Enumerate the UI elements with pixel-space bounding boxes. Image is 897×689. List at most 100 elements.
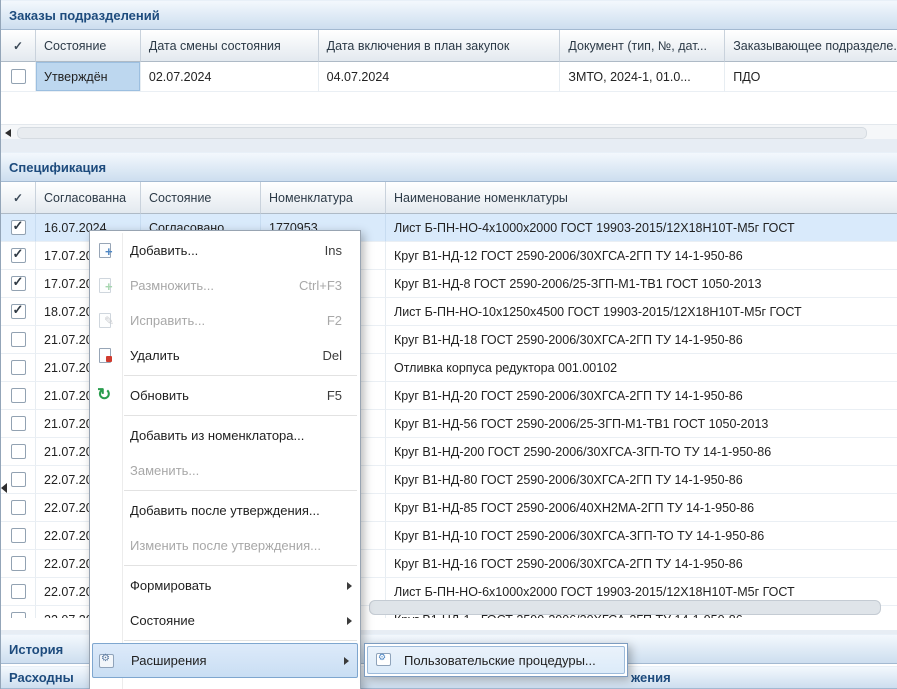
row-checkbox[interactable] <box>11 444 26 459</box>
orders-row-state-change-date-cell[interactable]: 02.07.2024 <box>141 62 319 92</box>
app-window: Заказы подразделений ✓ Состояние Дата см… <box>0 0 897 689</box>
row-checkbox[interactable] <box>11 612 26 618</box>
orders-row-state-cell[interactable]: Утверждён <box>36 62 141 92</box>
row-checkbox[interactable] <box>11 472 26 487</box>
user-procedures-icon <box>374 651 394 669</box>
row-checkbox[interactable] <box>11 332 26 347</box>
copy-page-icon <box>96 277 116 295</box>
plugin-icon <box>97 652 117 670</box>
context-menu-item-2[interactable]: Размножить... Ctrl+F3 <box>90 268 360 303</box>
row-name-cell: Круг В1-НД-8 ГОСТ 2590-2006/25-ЗГП-М1-ТВ… <box>386 270 897 298</box>
row-check-cell <box>1 354 36 382</box>
scroll-left-arrow-icon[interactable] <box>5 129 11 137</box>
splitter-collapse-arrow[interactable] <box>1 483 7 493</box>
menu-item-icon <box>96 462 116 480</box>
row-check-cell <box>1 438 36 466</box>
row-check-cell <box>1 298 36 326</box>
orders-panel-header[interactable]: Заказы подразделений <box>1 0 897 30</box>
spec-select-all-header[interactable]: ✓ <box>1 182 36 214</box>
row-name-cell: Круг В1-НД-12 ГОСТ 2590-2006/30ХГСА-2ГП … <box>386 242 897 270</box>
context-menu-item-3[interactable]: Исправить... F2 <box>90 303 360 338</box>
spec-hscrollbar-thumb[interactable] <box>369 600 881 615</box>
orders-row-checkbox[interactable] <box>11 69 26 84</box>
menu-item-icon <box>96 537 116 555</box>
spec-panel-header[interactable]: Спецификация <box>1 152 897 182</box>
orders-row-department-cell[interactable]: ПДО <box>725 62 897 92</box>
check-glyph: ✓ <box>13 191 23 205</box>
orders-col-state[interactable]: Состояние <box>36 30 141 62</box>
row-checkbox[interactable] <box>11 248 26 263</box>
menu-item-label: Размножить... <box>130 278 214 293</box>
context-menu-item-17[interactable]: Расширения <box>92 643 358 678</box>
row-name-cell: Круг В1-НД-80 ГОСТ 2590-2006/30ХГСА-2ГП … <box>386 466 897 494</box>
context-menu-item-6[interactable]: Обновить F5 <box>90 378 360 413</box>
row-checkbox[interactable] <box>11 276 26 291</box>
submenu-item-label: Пользовательские процедуры... <box>404 653 596 668</box>
menu-item-label: Удалить <box>130 348 180 363</box>
orders-col-department[interactable]: Заказывающее подразделе... <box>725 30 897 62</box>
menu-separator <box>124 490 357 491</box>
row-checkbox[interactable] <box>11 584 26 599</box>
menu-separator <box>124 375 357 376</box>
orders-row-document-cell[interactable]: ЗМТО, 2024-1, 01.0... <box>560 62 725 92</box>
extensions-submenu: Пользовательские процедуры... <box>364 643 628 677</box>
row-check-cell <box>1 382 36 410</box>
menu-item-shortcut: F5 <box>327 388 350 403</box>
row-check-cell <box>1 242 36 270</box>
row-checkbox[interactable] <box>11 500 26 515</box>
orders-hscrollbar-thumb[interactable] <box>17 127 867 139</box>
row-checkbox[interactable] <box>11 528 26 543</box>
menu-item-label: Добавить... <box>130 243 198 258</box>
spec-col-agreed-date[interactable]: Согласованна <box>36 182 141 214</box>
context-menu-item-4[interactable]: Удалить Del <box>90 338 360 373</box>
row-checkbox[interactable] <box>11 360 26 375</box>
row-checkbox[interactable] <box>11 388 26 403</box>
context-menu-item-11[interactable]: Добавить после утверждения... <box>90 493 360 528</box>
submenu-arrow-icon <box>347 617 352 625</box>
context-menu-item-15[interactable]: Состояние <box>90 603 360 638</box>
context-menu-list: Добавить... Ins Размножить... Ctrl+F3 Ис… <box>90 233 360 689</box>
orders-col-state-change-date[interactable]: Дата смены состояния <box>141 30 319 62</box>
row-check-cell <box>1 578 36 606</box>
row-name-cell: Круг В1-НД-56 ГОСТ 2590-2006/25-ЗГП-М1-Т… <box>386 410 897 438</box>
context-menu-item-8[interactable]: Добавить из номенклатора... <box>90 418 360 453</box>
menu-item-shortcut: Del <box>322 348 350 363</box>
orders-select-all-header[interactable]: ✓ <box>1 30 36 62</box>
context-menu-item-18[interactable]: Обмен <box>90 678 360 689</box>
menu-item-icon <box>96 612 116 630</box>
row-check-cell <box>1 214 36 242</box>
row-check-cell <box>1 494 36 522</box>
spec-panel-title: Спецификация <box>9 160 106 175</box>
menu-item-label: Добавить из номенклатора... <box>130 428 304 443</box>
orders-table-row[interactable]: Утверждён 02.07.2024 04.07.2024 ЗМТО, 20… <box>1 62 897 92</box>
menu-item-label: Изменить после утверждения... <box>130 538 321 553</box>
row-check-cell <box>1 410 36 438</box>
row-check-cell <box>1 550 36 578</box>
menu-item-label: Заменить... <box>130 463 199 478</box>
row-name-cell: Круг В1-НД-18 ГОСТ 2590-2006/30ХГСА-2ГП … <box>386 326 897 354</box>
delete-page-icon <box>96 347 116 365</box>
row-checkbox[interactable] <box>11 556 26 571</box>
menu-item-user-procedures[interactable]: Пользовательские процедуры... <box>367 646 625 674</box>
row-checkbox[interactable] <box>11 220 26 235</box>
menu-separator <box>124 640 357 641</box>
spec-col-nomenclature[interactable]: Номенклатура <box>261 182 386 214</box>
menu-item-icon <box>96 427 116 445</box>
row-checkbox[interactable] <box>11 416 26 431</box>
orders-row-plan-date-cell[interactable]: 04.07.2024 <box>319 62 561 92</box>
edit-page-icon <box>96 312 116 330</box>
orders-col-document[interactable]: Документ (тип, №, дат... <box>560 30 725 62</box>
orders-hscrollbar[interactable] <box>1 124 897 140</box>
context-menu-item-14[interactable]: Формировать <box>90 568 360 603</box>
row-checkbox[interactable] <box>11 304 26 319</box>
spec-col-state[interactable]: Состояние <box>141 182 261 214</box>
submenu-arrow-icon <box>344 657 349 665</box>
context-menu-item-1[interactable]: Добавить... Ins <box>90 233 360 268</box>
spec-col-name[interactable]: Наименование номенклатуры <box>386 182 897 214</box>
context-menu-item-12[interactable]: Изменить после утверждения... <box>90 528 360 563</box>
row-name-cell: Лист Б-ПН-НО-4х1000х2000 ГОСТ 19903-2015… <box>386 214 897 242</box>
row-name-cell: Отливка корпуса редуктора 001.00102 <box>386 354 897 382</box>
orders-col-plan-date[interactable]: Дата включения в план закупок <box>319 30 561 62</box>
context-menu-item-9[interactable]: Заменить... <box>90 453 360 488</box>
row-name-cell: Лист Б-ПН-НО-10х1250х4500 ГОСТ 19903-201… <box>386 298 897 326</box>
